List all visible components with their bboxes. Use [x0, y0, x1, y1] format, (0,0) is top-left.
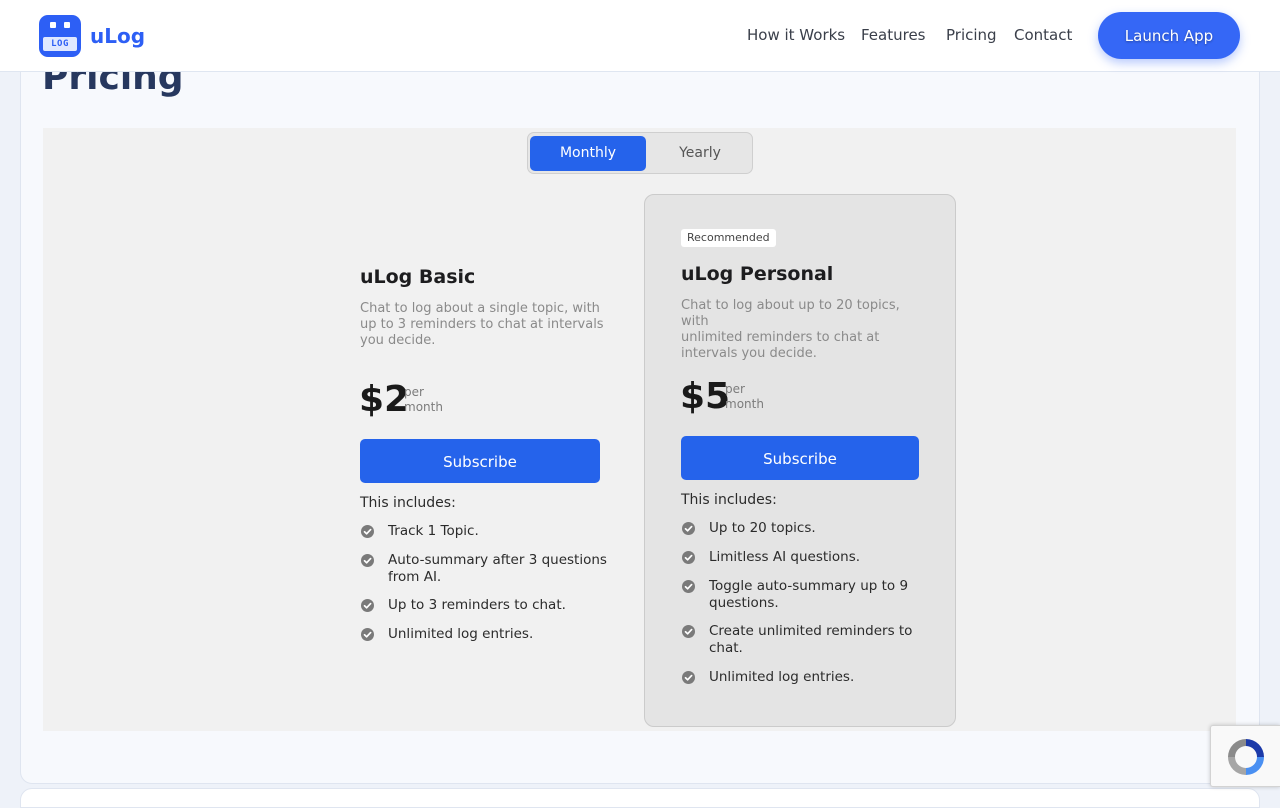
- ulog-logo-icon[interactable]: LOG: [39, 15, 81, 57]
- brand-name[interactable]: uLog: [90, 22, 145, 50]
- check-circle-icon: [361, 554, 374, 567]
- nav-contact[interactable]: Contact: [1014, 24, 1072, 46]
- check-circle-icon: [682, 671, 695, 684]
- billing-toggle: Monthly Yearly: [527, 132, 753, 174]
- feature-item: Toggle auto-summary up to 9 questions.: [709, 578, 909, 611]
- price-period: per month: [404, 385, 443, 414]
- site-header: LOG uLog How it Works Features Pricing C…: [0, 0, 1280, 72]
- check-circle-icon: [361, 525, 374, 538]
- launch-app-button[interactable]: Launch App: [1098, 12, 1240, 59]
- check-circle-icon: [682, 580, 695, 593]
- nav-pricing[interactable]: Pricing: [946, 24, 997, 46]
- includes-label: This includes:: [681, 492, 777, 508]
- check-circle-icon: [682, 551, 695, 564]
- plan-name: uLog Basic: [360, 266, 476, 288]
- feature-item: Track 1 Topic.: [388, 523, 479, 539]
- plan-price: $5: [680, 376, 731, 417]
- feature-item: Auto-summary after 3 questions from AI.: [388, 552, 607, 585]
- feature-item: Unlimited log entries.: [388, 626, 534, 642]
- plan-name: uLog Personal: [681, 263, 834, 285]
- logo-eye-right: [64, 22, 70, 28]
- logo-eye-left: [50, 22, 56, 28]
- plan-price: $2: [359, 379, 410, 420]
- feature-item: Up to 20 topics.: [709, 520, 816, 536]
- recaptcha-badge[interactable]: [1210, 725, 1280, 787]
- plan-description: Chat to log about a single topic, with u…: [360, 301, 604, 348]
- toggle-yearly[interactable]: Yearly: [642, 136, 758, 171]
- feature-item: Up to 3 reminders to chat.: [388, 597, 566, 613]
- subscribe-basic-button[interactable]: Subscribe: [360, 439, 600, 483]
- recaptcha-icon: [1228, 739, 1264, 775]
- nav-how-it-works[interactable]: How it Works: [747, 24, 845, 46]
- feature-item: Create unlimited reminders to chat.: [709, 623, 913, 656]
- nav-features[interactable]: Features: [861, 24, 926, 46]
- toggle-monthly[interactable]: Monthly: [530, 136, 646, 171]
- next-section: [20, 788, 1260, 808]
- pricing-table-area: [43, 128, 1236, 731]
- feature-item: Limitless AI questions.: [709, 549, 861, 565]
- logo-text: LOG: [43, 37, 77, 51]
- check-circle-icon: [361, 599, 374, 612]
- check-circle-icon: [682, 522, 695, 535]
- plan-description: Chat to log about up to 20 topics, with …: [681, 298, 900, 361]
- subscribe-personal-button[interactable]: Subscribe: [681, 436, 919, 480]
- check-circle-icon: [682, 625, 695, 638]
- recommended-badge: Recommended: [681, 229, 776, 247]
- price-period: per month: [725, 382, 764, 411]
- includes-label: This includes:: [360, 495, 456, 511]
- check-circle-icon: [361, 628, 374, 641]
- feature-item: Unlimited log entries.: [709, 669, 855, 685]
